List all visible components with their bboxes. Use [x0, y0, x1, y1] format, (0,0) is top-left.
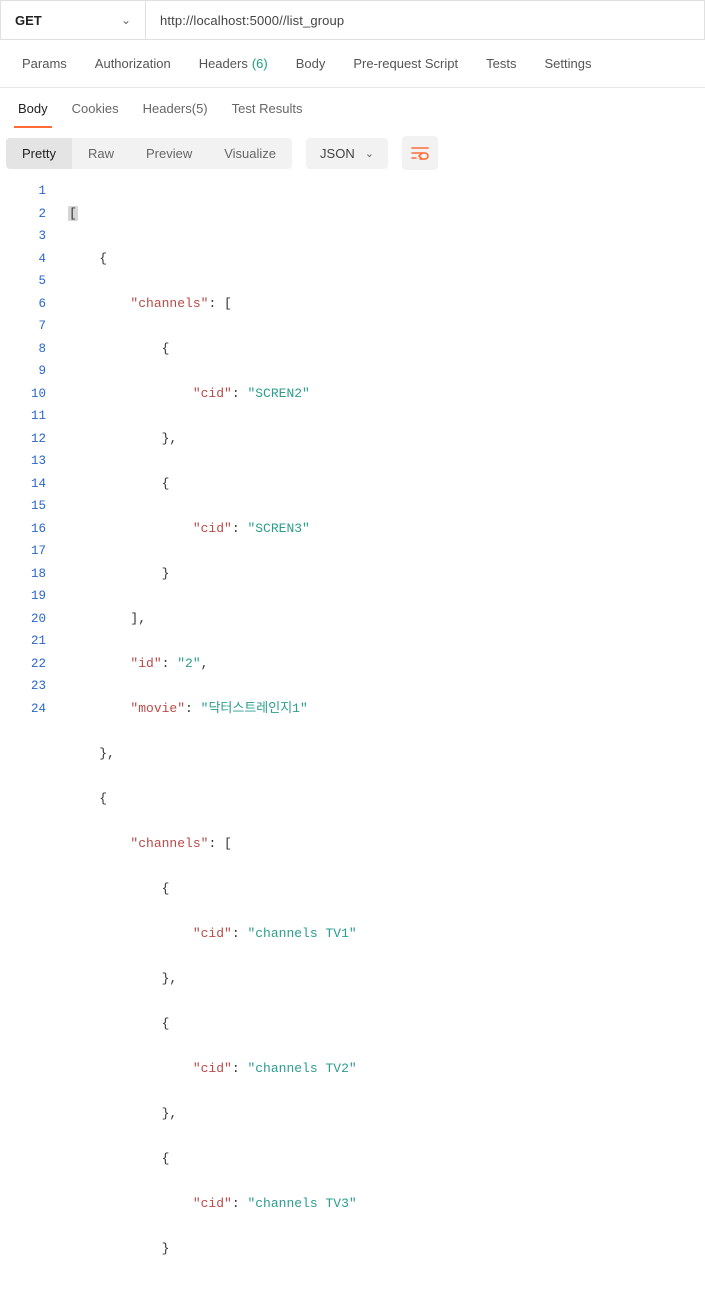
code-token: {: [162, 1151, 170, 1166]
code-token: },: [162, 1106, 178, 1121]
tab-settings[interactable]: Settings: [530, 40, 605, 87]
code-token: }: [162, 566, 170, 581]
view-preview-button[interactable]: Preview: [130, 138, 208, 169]
request-tabs: Params Authorization Headers (6) Body Pr…: [0, 40, 705, 88]
response-tabs: Body Cookies Headers (5) Test Results: [0, 88, 705, 128]
code-token: "cid": [193, 926, 232, 941]
line-number: 21: [0, 630, 46, 653]
resp-tab-cookies[interactable]: Cookies: [60, 88, 131, 128]
code-token: "channels TV2": [247, 1061, 356, 1076]
code-token: [: [68, 206, 78, 221]
format-value: JSON: [320, 146, 355, 161]
code-token: {: [162, 1016, 170, 1031]
code-token: "SCREN3": [247, 521, 309, 536]
resp-tab-results[interactable]: Test Results: [220, 88, 315, 128]
line-number: 24: [0, 698, 46, 721]
code-token: "cid": [193, 521, 232, 536]
http-method-value: GET: [15, 13, 42, 28]
tab-authorization[interactable]: Authorization: [81, 40, 185, 87]
line-number: 11: [0, 405, 46, 428]
line-number: 13: [0, 450, 46, 473]
line-number: 4: [0, 248, 46, 271]
code-token: ],: [130, 611, 146, 626]
chevron-down-icon: ⌄: [121, 13, 131, 27]
line-number: 18: [0, 563, 46, 586]
line-number: 14: [0, 473, 46, 496]
response-body[interactable]: 1 2 3 4 5 6 7 8 9 10 11 12 13 14 15 16 1…: [0, 178, 705, 1305]
code-token: "cid": [193, 386, 232, 401]
url-input[interactable]: http://localhost:5000//list_group: [146, 1, 704, 39]
code-token: : [: [208, 836, 231, 851]
line-number: 10: [0, 383, 46, 406]
line-number: 7: [0, 315, 46, 338]
code-token: "channels TV1": [247, 926, 356, 941]
tab-body[interactable]: Body: [282, 40, 340, 87]
code-token: },: [162, 971, 178, 986]
line-number: 12: [0, 428, 46, 451]
code-token: {: [99, 251, 107, 266]
view-mode-segment: Pretty Raw Preview Visualize: [6, 138, 292, 169]
line-number: 15: [0, 495, 46, 518]
format-select[interactable]: JSON ⌄: [306, 138, 388, 169]
code-token: {: [162, 881, 170, 896]
line-number: 16: [0, 518, 46, 541]
resp-tab-headers[interactable]: Headers (5): [131, 88, 220, 128]
tab-headers-count: (6): [252, 56, 268, 71]
chevron-down-icon: ⌄: [365, 147, 374, 160]
line-number: 19: [0, 585, 46, 608]
code-token: "2": [177, 656, 200, 671]
code-token: "SCREN2": [247, 386, 309, 401]
http-method-select[interactable]: GET ⌄: [1, 1, 146, 39]
tab-headers-label: Headers: [199, 56, 248, 71]
view-pretty-button[interactable]: Pretty: [6, 138, 72, 169]
code-token: "cid": [193, 1196, 232, 1211]
code-token: {: [162, 476, 170, 491]
tab-tests[interactable]: Tests: [472, 40, 530, 87]
code-content: [ { "channels": [ { "cid": "SCREN2" }, {…: [58, 180, 705, 1305]
code-token: "channels": [130, 296, 208, 311]
resp-tab-headers-label: Headers: [143, 101, 192, 116]
resp-tab-body[interactable]: Body: [6, 88, 60, 128]
resp-tab-headers-count: (5): [192, 101, 208, 116]
tab-prerequest[interactable]: Pre-request Script: [339, 40, 472, 87]
line-number: 9: [0, 360, 46, 383]
view-visualize-button[interactable]: Visualize: [208, 138, 292, 169]
code-token: {: [99, 791, 107, 806]
code-token: ,: [201, 656, 209, 671]
wrap-lines-button[interactable]: [402, 136, 438, 170]
code-token: "movie": [130, 701, 185, 716]
line-gutter: 1 2 3 4 5 6 7 8 9 10 11 12 13 14 15 16 1…: [0, 180, 58, 1305]
line-number: 22: [0, 653, 46, 676]
line-number: 20: [0, 608, 46, 631]
line-number: 6: [0, 293, 46, 316]
response-toolbar: Pretty Raw Preview Visualize JSON ⌄: [0, 128, 705, 178]
line-number: 23: [0, 675, 46, 698]
code-token: },: [162, 431, 178, 446]
request-bar: GET ⌄ http://localhost:5000//list_group: [0, 0, 705, 40]
code-token: },: [99, 746, 115, 761]
tab-headers[interactable]: Headers (6): [185, 40, 282, 87]
view-raw-button[interactable]: Raw: [72, 138, 130, 169]
line-number: 17: [0, 540, 46, 563]
wrap-icon: [411, 146, 429, 160]
code-token: "channels TV3": [247, 1196, 356, 1211]
tab-params[interactable]: Params: [8, 40, 81, 87]
line-number: 5: [0, 270, 46, 293]
line-number: 3: [0, 225, 46, 248]
code-token: : [: [208, 296, 231, 311]
code-token: "닥터스트레인지1": [201, 701, 308, 716]
code-token: "id": [130, 656, 161, 671]
line-number: 2: [0, 203, 46, 226]
code-token: "cid": [193, 1061, 232, 1076]
line-number: 1: [0, 180, 46, 203]
line-number: 8: [0, 338, 46, 361]
code-token: }: [162, 1241, 170, 1256]
code-token: "channels": [130, 836, 208, 851]
code-token: {: [162, 341, 170, 356]
